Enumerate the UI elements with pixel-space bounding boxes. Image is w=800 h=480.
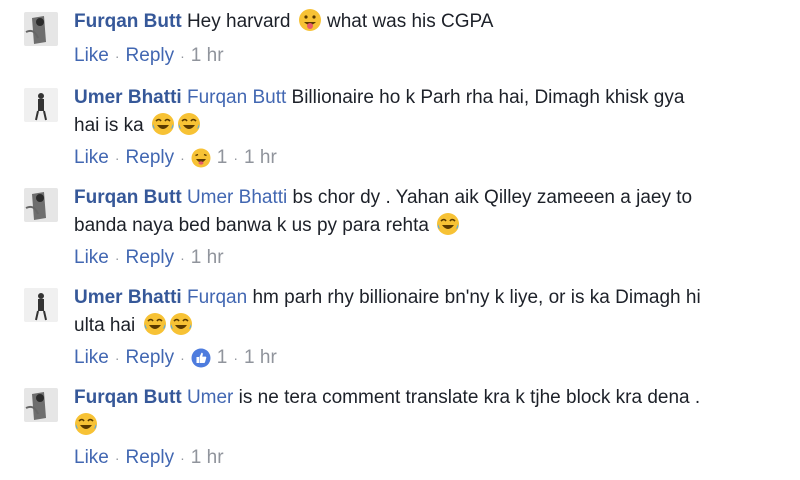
comment-text: bs chor dy . Yahan aik Qilley zameeen a … [292, 187, 693, 208]
comment-actions: Like · Reply · 1 hr [74, 244, 776, 272]
separator: · [180, 350, 185, 366]
like-link[interactable]: Like [74, 144, 109, 172]
author-name[interactable]: Furqan Butt [74, 187, 182, 208]
tears-of-joy-icon [169, 312, 193, 336]
author-name[interactable]: Umer Bhatti [74, 287, 182, 308]
tears-of-joy-icon [436, 212, 460, 236]
comment-text: Billionaire ho k Parh rha hai, Dimagh kh… [291, 87, 685, 108]
timestamp[interactable]: 1 hr [244, 344, 277, 372]
haha-reaction-icon[interactable] [191, 148, 211, 168]
comment-actions: Like · Reply · 1 · 1 hr [74, 144, 776, 172]
reply-link[interactable]: Reply [126, 444, 175, 472]
comment-body: Furqan Butt Umer is ne tera comment tran… [74, 384, 776, 472]
mention-link[interactable]: Furqan Butt [187, 87, 286, 108]
reply-link[interactable]: Reply [126, 344, 175, 372]
avatar[interactable] [24, 88, 58, 122]
separator: · [114, 48, 120, 64]
reply-link[interactable]: Reply [126, 144, 175, 172]
tears-of-joy-icon [177, 112, 201, 136]
separator: · [114, 350, 120, 366]
avatar[interactable] [24, 188, 58, 222]
comment-text: is ne tera comment translate kra k tjhe … [238, 387, 701, 408]
separator: · [114, 250, 120, 266]
comment-body: Umer Bhatti Furqan Butt Billionaire ho k… [74, 84, 776, 172]
author-name[interactable]: Furqan Butt [74, 11, 182, 32]
tears-of-joy-icon [143, 312, 167, 336]
comment-body: Furqan Butt Hey harvard what was his CGP… [74, 8, 776, 70]
avatar[interactable] [24, 12, 58, 46]
like-link[interactable]: Like [74, 444, 109, 472]
mention-link[interactable]: Furqan [187, 287, 247, 308]
comment-text: hm parh rhy billionaire bn'ny k liye, or… [252, 287, 701, 308]
timestamp[interactable]: 1 hr [191, 444, 224, 472]
author-name[interactable]: Furqan Butt [74, 387, 182, 408]
separator: · [180, 150, 185, 166]
author-name[interactable]: Umer Bhatti [74, 87, 182, 108]
comment-actions: Like · Reply · 1 hr [74, 42, 776, 70]
like-link[interactable]: Like [74, 244, 109, 272]
separator: · [233, 150, 239, 166]
timestamp[interactable]: 1 hr [191, 42, 224, 70]
comment-actions: Like · Reply · 1 hr [74, 444, 776, 472]
comment-actions: Like · Reply · 1 · 1 hr [74, 344, 776, 372]
reaction-count[interactable]: 1 [217, 344, 228, 372]
reaction-count[interactable]: 1 [217, 144, 228, 172]
timestamp[interactable]: 1 hr [244, 144, 277, 172]
tears-of-joy-icon [74, 412, 98, 436]
like-link[interactable]: Like [74, 42, 109, 70]
separator: · [180, 250, 185, 266]
tears-of-joy-icon [151, 112, 175, 136]
separator: · [233, 350, 239, 366]
avatar[interactable] [24, 288, 58, 322]
reply-link[interactable]: Reply [126, 244, 175, 272]
separator: · [180, 48, 185, 64]
like-link[interactable]: Like [74, 344, 109, 372]
comment-text-cont: hai is ka [74, 115, 144, 136]
separator: · [180, 450, 185, 466]
separator: · [114, 450, 120, 466]
like-reaction-icon[interactable] [191, 348, 211, 368]
comment-text-cont: ulta hai [74, 315, 136, 336]
mention-link[interactable]: Umer [187, 387, 233, 408]
face-with-tongue-icon [298, 8, 322, 32]
comment-body: Umer Bhatti Furqan hm parh rhy billionai… [74, 284, 776, 372]
comment-body: Furqan Butt Umer Bhatti bs chor dy . Yah… [74, 184, 776, 272]
mention-link[interactable]: Umer Bhatti [187, 187, 287, 208]
separator: · [114, 150, 120, 166]
timestamp[interactable]: 1 hr [191, 244, 224, 272]
avatar[interactable] [24, 388, 58, 422]
comment-text-cont: what was his CGPA [327, 11, 494, 32]
comment-text-cont: banda naya bed banwa k us py para rehta [74, 215, 429, 236]
comment-text: Hey harvard [186, 11, 291, 32]
reply-link[interactable]: Reply [126, 42, 175, 70]
